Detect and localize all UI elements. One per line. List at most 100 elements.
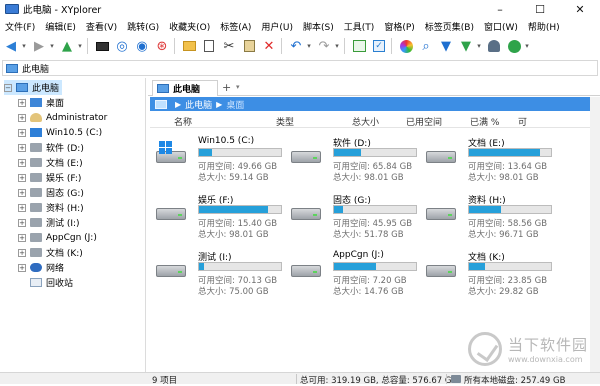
tree-item-drive-d[interactable]: + 软件 (D:) <box>18 140 84 155</box>
tree-item-drive-h[interactable]: + 资料 (H:) <box>18 200 84 215</box>
column-type[interactable]: 类型 <box>276 115 294 128</box>
drive-tile[interactable]: Win10.5 (C:) 可用空间: 49.66 GB 总大小: 59.14 GB <box>150 136 282 196</box>
up-arrow-icon[interactable]: ▲ <box>58 37 76 55</box>
tree-item-drive-e[interactable]: + 文档 (E:) <box>18 155 83 170</box>
drive-tile[interactable]: 固态 (G:) 可用空间: 45.95 GB 总大小: 51.78 GB <box>285 193 417 253</box>
ghost-icon[interactable] <box>485 37 503 55</box>
visual-filter-icon[interactable] <box>505 37 523 55</box>
computer-icon[interactable] <box>93 37 111 55</box>
menu-tools[interactable]: 工具(T) <box>339 20 380 33</box>
redo-icon[interactable]: ↷ <box>315 37 333 55</box>
minimize-button[interactable]: – <box>480 0 520 18</box>
menu-go[interactable]: 跳转(G) <box>122 20 164 33</box>
drive-tile[interactable]: 软件 (D:) 可用空间: 65.84 GB 总大小: 98.01 GB <box>285 136 417 196</box>
tree-item-network[interactable]: + 网络 <box>18 260 64 275</box>
expand-icon[interactable]: + <box>18 98 26 107</box>
menu-help[interactable]: 帮助(H) <box>523 20 565 33</box>
color-wheel-icon[interactable] <box>397 37 415 55</box>
tree-item-recycle-bin[interactable]: 回收站 <box>30 275 73 290</box>
expand-icon[interactable]: + <box>18 158 26 167</box>
find-files-icon[interactable]: ⊛ <box>153 37 171 55</box>
chevron-right-icon[interactable]: ▶ <box>216 100 222 109</box>
filter-dropdown-icon[interactable]: ▾ <box>475 37 483 55</box>
drive-tile[interactable]: 文档 (K:) 可用空间: 23.85 GB 总大小: 29.82 GB <box>420 250 552 310</box>
forward-dropdown-icon[interactable]: ▾ <box>48 37 56 55</box>
new-tab-button[interactable]: + <box>222 81 231 94</box>
drive-tile[interactable]: 娱乐 (F:) 可用空间: 15.40 GB 总大小: 98.01 GB <box>150 193 282 253</box>
drive-tile[interactable]: 文档 (E:) 可用空间: 13.64 GB 总大小: 98.01 GB <box>420 136 552 196</box>
expand-icon[interactable]: + <box>18 188 26 197</box>
tree-item-drive-j[interactable]: + AppCgn (J:) <box>18 230 97 245</box>
breadcrumb-root[interactable]: 此电脑 <box>185 98 212 111</box>
menu-file[interactable]: 文件(F) <box>0 20 40 33</box>
menu-view[interactable]: 查看(V) <box>81 20 122 33</box>
menu-edit[interactable]: 编辑(E) <box>40 20 81 33</box>
menu-panes[interactable]: 窗格(P) <box>379 20 419 33</box>
expand-icon[interactable]: + <box>18 173 26 182</box>
find-icon[interactable]: ◉ <box>133 37 151 55</box>
column-name[interactable]: 名称 <box>174 115 192 128</box>
tree-item-desktop[interactable]: + 桌面 <box>18 95 64 110</box>
undo-icon[interactable]: ↶ <box>287 37 305 55</box>
desktop-icon <box>30 98 42 107</box>
menu-favorites[interactable]: 收藏夹(O) <box>164 20 215 33</box>
column-total-size[interactable]: 总大小 <box>352 115 379 128</box>
menu-tags[interactable]: 标签(A) <box>215 20 256 33</box>
back-arrow-icon[interactable]: ◀ <box>2 37 20 55</box>
drive-usage-fill <box>334 206 344 213</box>
tree-item-drive-i[interactable]: + 测试 (I:) <box>18 215 80 230</box>
back-dropdown-icon[interactable]: ▾ <box>20 37 28 55</box>
tree-item-drive-f[interactable]: + 娱乐 (F:) <box>18 170 81 185</box>
address-bar[interactable]: 此电脑 <box>2 60 598 76</box>
tree-toggle-icon[interactable] <box>350 37 368 55</box>
drive-tile[interactable]: 资料 (H:) 可用空间: 58.56 GB 总大小: 96.71 GB <box>420 193 552 253</box>
undo-dropdown-icon[interactable]: ▾ <box>305 37 313 55</box>
checkbox-icon[interactable]: ✓ <box>370 37 388 55</box>
collapse-icon[interactable]: − <box>4 83 12 92</box>
up-dropdown-icon[interactable]: ▾ <box>76 37 84 55</box>
target-icon[interactable]: ◎ <box>113 37 131 55</box>
tree-item-administrator[interactable]: + Administrator <box>18 110 107 125</box>
paste-icon[interactable] <box>240 37 258 55</box>
forward-arrow-icon[interactable]: ▶ <box>30 37 48 55</box>
visual-filter-dropdown-icon[interactable]: ▾ <box>523 37 531 55</box>
menu-window[interactable]: 窗口(W) <box>479 20 523 33</box>
drive-usage-bar <box>198 205 282 214</box>
expand-icon[interactable]: + <box>18 143 26 152</box>
column-free[interactable]: 可 <box>518 115 527 128</box>
expand-icon[interactable]: + <box>18 263 26 272</box>
search-icon[interactable]: ⌕ <box>417 37 435 55</box>
menu-user[interactable]: 用户(U) <box>256 20 298 33</box>
maximize-button[interactable]: ☐ <box>520 0 560 18</box>
expand-icon[interactable]: + <box>18 248 26 257</box>
drive-tile[interactable]: AppCgn (J:) 可用空间: 7.20 GB 总大小: 14.76 GB <box>285 250 417 310</box>
expand-icon[interactable]: + <box>18 203 26 212</box>
column-percent-full[interactable]: 已满 % <box>470 115 499 128</box>
new-folder-icon[interactable] <box>180 37 198 55</box>
cut-icon[interactable]: ✂ <box>220 37 238 55</box>
drive-usage-bar <box>333 148 417 157</box>
tab-this-pc[interactable]: 此电脑 <box>152 80 218 96</box>
filter-green-icon[interactable]: ▼ <box>457 37 475 55</box>
menu-scripting[interactable]: 脚本(S) <box>298 20 339 33</box>
expand-icon[interactable]: + <box>18 218 26 227</box>
filter-icon[interactable]: ▼ <box>437 37 455 55</box>
tab-menu-dropdown-icon[interactable]: ▾ <box>236 83 240 91</box>
delete-icon[interactable]: ✕ <box>260 37 278 55</box>
close-button[interactable]: ✕ <box>560 0 600 18</box>
vertical-scrollbar[interactable] <box>590 97 600 372</box>
drive-tile[interactable]: 测试 (I:) 可用空间: 70.13 GB 总大小: 75.00 GB <box>150 250 282 310</box>
expand-icon[interactable]: + <box>18 233 26 242</box>
chevron-right-icon[interactable]: ▶ <box>175 100 181 109</box>
expand-icon[interactable]: + <box>18 113 26 122</box>
menu-tabsets[interactable]: 标签页集(B) <box>420 20 479 33</box>
expand-icon[interactable]: + <box>18 128 26 137</box>
column-used-space[interactable]: 已用空间 <box>406 115 442 128</box>
tree-item-drive-k[interactable]: + 文档 (K:) <box>18 245 83 260</box>
breadcrumb-current[interactable]: 桌面 <box>226 98 244 111</box>
tree-item-drive-g[interactable]: + 固态 (G:) <box>18 185 84 200</box>
copy-icon[interactable] <box>200 37 218 55</box>
tree-item-drive-c[interactable]: + Win10.5 (C:) <box>18 125 102 140</box>
tree-item-this-pc[interactable]: − 此电脑 <box>4 80 62 95</box>
redo-dropdown-icon[interactable]: ▾ <box>333 37 341 55</box>
